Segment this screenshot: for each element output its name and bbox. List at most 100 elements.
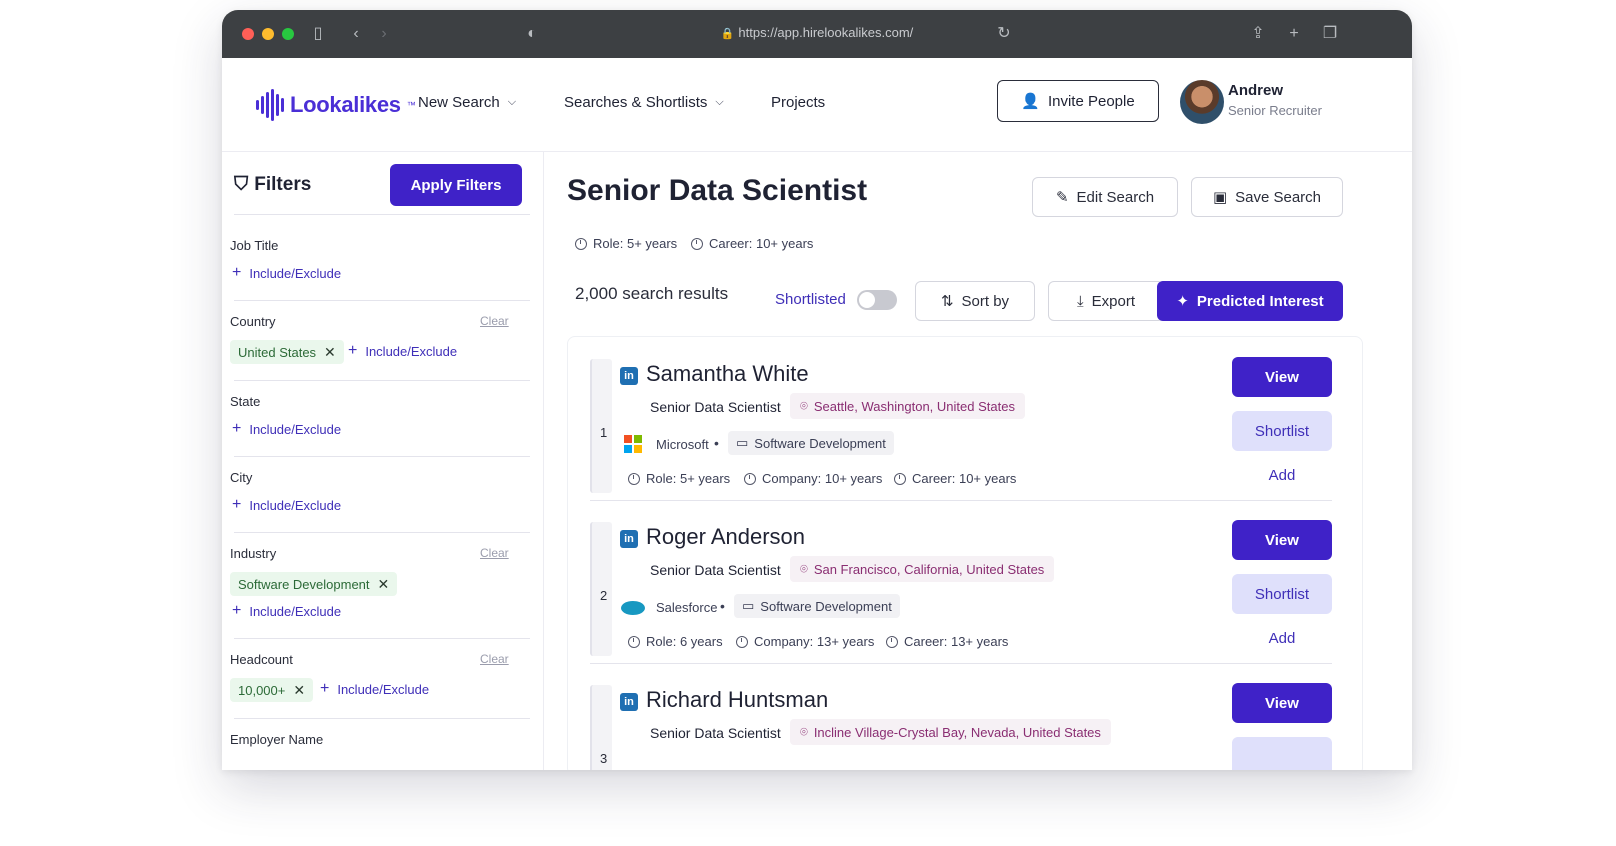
rank-bar: 2 (590, 522, 612, 656)
headcount-chip-label: 10,000+ (238, 682, 286, 698)
predicted-interest-button[interactable]: ✦ Predicted Interest (1157, 281, 1343, 321)
location-chip: ⌾ San Francisco, California, United Stat… (790, 556, 1055, 582)
remove-chip-icon[interactable]: ✕ (378, 576, 390, 593)
results-list: 1 in Samantha White Senior Data Scientis… (567, 336, 1363, 770)
industry-include-exclude[interactable]: + Include/Exclude (232, 602, 341, 620)
view-button[interactable]: View (1232, 520, 1332, 560)
job-title-include-exclude[interactable]: + Include/Exclude (232, 264, 341, 282)
location-text: Seattle, Washington, United States (813, 398, 1015, 414)
funnel-icon: ⛉ (234, 174, 249, 195)
briefcase-icon: ▭ (736, 435, 749, 450)
save-search-button[interactable]: ▣ Save Search (1191, 177, 1343, 217)
user-name: Andrew (1228, 82, 1284, 99)
candidate-title: Senior Data Scientist (650, 562, 781, 578)
state-include-exclude[interactable]: + Include/Exclude (232, 420, 341, 438)
headcount-include-exclude[interactable]: + Include/Exclude (320, 680, 429, 698)
divider (234, 532, 530, 533)
filter-label-country: Country (230, 314, 276, 329)
location-chip: ⌾ Seattle, Washington, United States (790, 393, 1025, 419)
nav-new-search[interactable]: New Search ⌵ (418, 94, 516, 111)
logo-text: Lookalikes (290, 92, 401, 117)
bullet-separator: • (720, 598, 725, 614)
location-text: Incline Village-Crystal Bay, Nevada, Uni… (813, 724, 1101, 740)
headcount-chip: 10,000+ ✕ (230, 678, 314, 702)
address-bar[interactable]: 🔒 https://app.hirelookalikes.com/ (222, 25, 1412, 40)
include-exclude-label: Include/Exclude (365, 343, 458, 359)
reload-icon[interactable]: ↻ (994, 24, 1014, 44)
clock-icon (691, 237, 703, 250)
linkedin-icon[interactable]: in (620, 693, 638, 711)
nav-projects[interactable]: Projects (771, 94, 825, 111)
filter-label-job-title: Job Title (230, 238, 279, 253)
rank-bar: 1 (590, 359, 612, 493)
rank-bar: 3 (590, 685, 612, 770)
avatar[interactable] (1180, 80, 1224, 124)
linkedin-icon[interactable]: in (620, 530, 638, 548)
shortlisted-toggle[interactable] (857, 290, 897, 310)
edit-search-label: Edit Search (1076, 188, 1155, 206)
country-clear-link[interactable]: Clear (480, 314, 509, 328)
include-exclude-label: Include/Exclude (249, 603, 342, 619)
new-tab-icon[interactable]: + (1284, 24, 1304, 44)
country-include-exclude[interactable]: + Include/Exclude (348, 342, 457, 360)
shortlist-button[interactable]: Shortlist (1232, 411, 1332, 451)
include-exclude-label: Include/Exclude (249, 265, 342, 281)
candidate-name[interactable]: Roger Anderson (646, 524, 805, 550)
nav-searches-shortlists[interactable]: Searches & Shortlists ⌵ (564, 94, 724, 111)
filter-label-employer-name: Employer Name (230, 732, 324, 747)
add-link[interactable]: Add (1232, 467, 1332, 484)
invite-people-button[interactable]: 👤 Invite People (997, 80, 1159, 122)
industry-clear-link[interactable]: Clear (480, 546, 509, 560)
candidate-name[interactable]: Richard Huntsman (646, 687, 828, 713)
export-button[interactable]: ⤓ Export (1048, 281, 1164, 321)
candidate-title: Senior Data Scientist (650, 399, 781, 415)
divider (234, 638, 530, 639)
career-tenure: Career: 13+ years (886, 634, 1008, 649)
remove-chip-icon[interactable]: ✕ (324, 344, 336, 361)
view-button[interactable]: View (1232, 357, 1332, 397)
industry-chip-label: Software Development (238, 576, 370, 592)
company-tenure-text: Company: 10+ years (762, 471, 883, 486)
country-chip-label: United States (238, 344, 317, 360)
save-icon: ▣ (1212, 189, 1228, 206)
remove-chip-icon[interactable]: ✕ (293, 682, 305, 699)
candidate-name[interactable]: Samantha White (646, 361, 809, 387)
chevron-down-icon: ⌵ (507, 96, 517, 108)
briefcase-icon: ▭ (742, 598, 755, 613)
sort-by-button[interactable]: ⇅ Sort by (915, 281, 1035, 321)
view-button[interactable]: View (1232, 683, 1332, 723)
industry-chip: Software Development ✕ (230, 572, 398, 596)
company-tenure-text: Company: 13+ years (754, 634, 875, 649)
industry-chip: ▭ Software Development (734, 594, 900, 618)
filter-label-headcount: Headcount (230, 652, 293, 667)
tabs-overview-icon[interactable]: ❐ (1320, 24, 1340, 44)
logo[interactable]: Lookalikes ™ (256, 88, 416, 122)
headcount-clear-link[interactable]: Clear (480, 652, 509, 666)
candidate-title: Senior Data Scientist (650, 725, 781, 741)
shortlist-button[interactable]: Shortlist (1232, 574, 1332, 614)
divider (234, 380, 530, 381)
sort-by-label: Sort by (961, 292, 1010, 310)
apply-filters-button[interactable]: Apply Filters (390, 164, 522, 206)
sparkle-icon: ✦ (1176, 293, 1189, 310)
linkedin-icon[interactable]: in (620, 367, 638, 385)
filter-label-city: City (230, 470, 253, 485)
country-chip: United States ✕ (230, 340, 344, 364)
filter-label-industry: Industry (230, 546, 277, 561)
nav-projects-label: Projects (771, 94, 826, 111)
company-name: Microsoft (656, 437, 709, 452)
add-link[interactable]: Add (1232, 630, 1332, 647)
search-results-main: Senior Data Scientist Role: 5+ years Car… (545, 152, 1412, 770)
shortlist-button[interactable] (1232, 737, 1332, 770)
share-icon[interactable]: ⇪ (1248, 24, 1268, 44)
lock-icon: 🔒 (720, 28, 735, 40)
edit-search-button[interactable]: ✎ Edit Search (1032, 177, 1178, 217)
clock-icon (736, 635, 748, 648)
city-include-exclude[interactable]: + Include/Exclude (232, 496, 341, 514)
logo-trademark: ™ (406, 100, 416, 110)
clock-icon (894, 472, 906, 485)
divider (234, 456, 530, 457)
career-meta: Career: 10+ years (691, 236, 813, 251)
role-tenure-text: Role: 6 years (646, 634, 723, 649)
pencil-icon: ✎ (1055, 189, 1069, 206)
